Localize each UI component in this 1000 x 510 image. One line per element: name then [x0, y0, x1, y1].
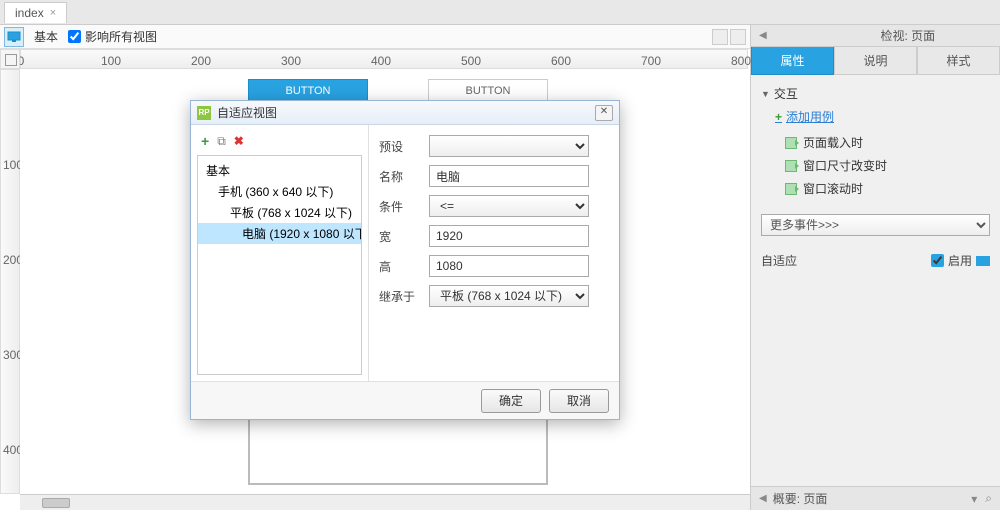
ruler-horizontal: 0100200300400500600700800	[20, 49, 748, 69]
ruler-tick: 400	[371, 54, 391, 68]
interaction-section: ▼ 交互 + 添加用例 页面载入时 窗口尺寸改变时 窗口滚动时	[751, 75, 1000, 206]
event-icon	[785, 183, 797, 195]
ruler-vertical: 100200300400	[0, 69, 20, 494]
outline-title: 概要: 页面	[773, 490, 828, 507]
enable-adaptive-checkbox[interactable]	[931, 254, 944, 267]
name-label: 名称	[379, 168, 429, 185]
event-label: 窗口尺寸改变时	[803, 157, 887, 174]
tree-item-desktop[interactable]: 电脑 (1920 x 1080 以下)	[198, 223, 361, 244]
chevron-down-icon: ▼	[761, 89, 770, 99]
interaction-section-head[interactable]: ▼ 交互	[761, 81, 990, 106]
tab-properties[interactable]: 属性	[751, 47, 834, 75]
document-tab[interactable]: index ×	[4, 2, 67, 23]
affect-all-views-checkbox[interactable]: 影响所有视图	[68, 28, 157, 45]
views-tree: 基本 手机 (360 x 640 以下) 平板 (768 x 1024 以下) …	[197, 155, 362, 375]
dialog-close-button[interactable]: ✕	[595, 105, 613, 121]
toolbar-mini-btn-1[interactable]	[712, 29, 728, 45]
name-input[interactable]	[429, 165, 589, 187]
close-icon[interactable]: ×	[50, 7, 56, 19]
width-label: 宽	[379, 228, 429, 245]
duplicate-view-button[interactable]: ⧉	[217, 134, 226, 149]
event-label: 页面载入时	[803, 134, 863, 151]
tree-item-tablet[interactable]: 平板 (768 x 1024 以下)	[198, 202, 361, 223]
event-onresize[interactable]: 窗口尺寸改变时	[761, 154, 990, 177]
height-input[interactable]	[429, 255, 589, 277]
ruler-tick: 600	[551, 54, 571, 68]
inspector-header: ◀ 检视: 页面	[751, 25, 1000, 47]
dialog-tree-pane: + ⧉ ✖ 基本 手机 (360 x 640 以下) 平板 (768 x 102…	[191, 125, 369, 381]
app-logo-icon: RP	[197, 106, 211, 120]
ruler-tick: 200	[191, 54, 211, 68]
tree-item-mobile[interactable]: 手机 (360 x 640 以下)	[198, 181, 361, 202]
base-view-label[interactable]: 基本	[28, 28, 64, 45]
ruler-tick: 800	[731, 54, 751, 68]
adaptive-views-dialog: RP 自适应视图 ✕ + ⧉ ✖ 基本 手机 (360 x 640 以下) 平板…	[190, 100, 620, 420]
ok-button[interactable]: 确定	[481, 389, 541, 413]
interaction-label: 交互	[774, 85, 798, 102]
event-icon	[785, 160, 797, 172]
ruler-tick: 100	[101, 54, 121, 68]
tab-label: index	[15, 6, 44, 20]
search-icon[interactable]: ⌕	[985, 491, 992, 506]
horizontal-scrollbar[interactable]	[20, 494, 750, 510]
condition-label: 条件	[379, 198, 429, 215]
tree-toolbar: + ⧉ ✖	[197, 131, 362, 155]
filter-icon[interactable]: ▾	[971, 492, 977, 506]
condition-select[interactable]: <=	[429, 195, 589, 217]
cancel-button[interactable]: 取消	[549, 389, 609, 413]
width-input[interactable]	[429, 225, 589, 247]
dialog-title: 自适应视图	[217, 104, 277, 121]
outline-footer[interactable]: ◀ 概要: 页面 ▾ ⌕	[751, 486, 1000, 510]
dialog-form-pane: 预设 名称 条件 <= 宽 高 继承于 平板 (768 x 1024 以下)	[369, 125, 619, 381]
affect-all-label: 影响所有视图	[85, 28, 157, 45]
ruler-tick: 700	[641, 54, 661, 68]
ruler-corner	[0, 49, 20, 69]
preset-select[interactable]	[429, 135, 589, 157]
dialog-footer: 确定 取消	[191, 381, 619, 419]
scrollbar-thumb[interactable]	[42, 498, 70, 508]
event-onscroll[interactable]: 窗口滚动时	[761, 177, 990, 200]
event-label: 窗口滚动时	[803, 180, 863, 197]
height-label: 高	[379, 258, 429, 275]
adaptive-view-icon[interactable]	[4, 27, 24, 47]
add-case-label: 添加用例	[786, 108, 834, 125]
ruler-tick: 500	[461, 54, 481, 68]
tree-item-base[interactable]: 基本	[198, 160, 361, 181]
adaptive-row: 自适应 启用	[751, 244, 1000, 277]
preset-label: 预设	[379, 138, 429, 155]
plus-icon: +	[775, 110, 782, 124]
event-onload[interactable]: 页面载入时	[761, 131, 990, 154]
inherit-label: 继承于	[379, 288, 429, 305]
more-events-select-wrap: 更多事件>>>	[761, 214, 990, 236]
tab-style[interactable]: 样式	[917, 47, 1000, 75]
inspector-panel: ◀ 检视: 页面 属性 说明 样式 ▼ 交互 + 添加用例 页面载入时 窗口尺寸…	[750, 25, 1000, 510]
tab-description[interactable]: 说明	[834, 47, 917, 75]
delete-view-button[interactable]: ✖	[234, 134, 244, 148]
dialog-titlebar[interactable]: RP 自适应视图 ✕	[191, 101, 619, 125]
adaptive-label: 自适应	[761, 252, 797, 269]
event-icon	[785, 137, 797, 149]
canvas-toolbar: 基本 影响所有视图	[0, 25, 750, 49]
affect-all-checkbox-input[interactable]	[68, 30, 81, 43]
more-events-select[interactable]: 更多事件>>>	[761, 214, 990, 236]
add-view-button[interactable]: +	[201, 133, 209, 149]
document-tab-bar: index ×	[0, 0, 1000, 25]
toolbar-mini-btn-2[interactable]	[730, 29, 746, 45]
inspector-tabs: 属性 说明 样式	[751, 47, 1000, 75]
adaptive-mini-icon[interactable]	[976, 256, 990, 266]
inspector-title: 检视: 页面	[880, 27, 935, 44]
collapse-icon[interactable]: ◀	[759, 30, 767, 41]
ruler-tick: 300	[281, 54, 301, 68]
collapse-icon[interactable]: ◀	[759, 493, 767, 504]
inherit-select[interactable]: 平板 (768 x 1024 以下)	[429, 285, 589, 307]
enable-label: 启用	[948, 252, 972, 269]
add-case-link[interactable]: + 添加用例	[761, 106, 990, 131]
